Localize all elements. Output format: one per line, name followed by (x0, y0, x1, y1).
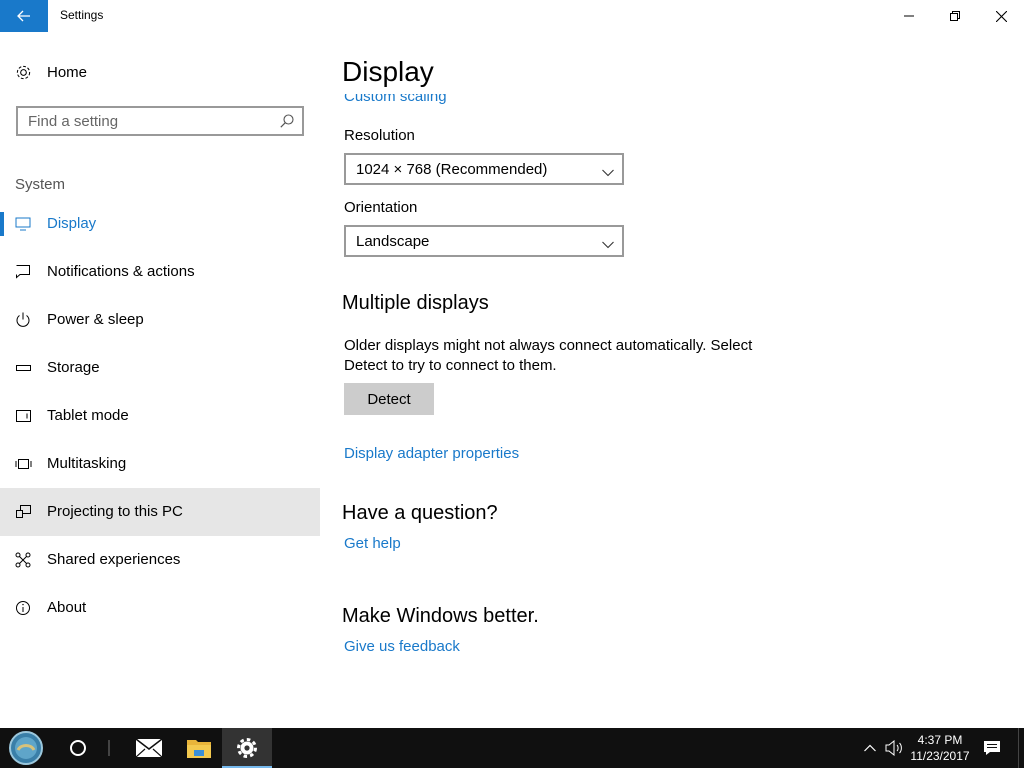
sidebar-item-label: Multitasking (47, 455, 127, 472)
taskbar-file-explorer[interactable] (176, 728, 222, 768)
cortana-icon (70, 740, 86, 756)
sidebar-item-about[interactable]: About (0, 584, 320, 632)
show-desktop-button[interactable] (1018, 728, 1024, 768)
speaker-icon (885, 740, 902, 756)
section-label-system: System (15, 176, 66, 193)
taskbar: 4:37 PM 11/23/2017 (0, 728, 1024, 768)
title-bar: Settings (0, 0, 1024, 32)
taskbar-settings[interactable] (222, 728, 272, 768)
shared-icon (15, 552, 33, 568)
minimize-icon (904, 15, 914, 17)
tablet-icon (15, 408, 33, 424)
gear-icon (237, 738, 257, 758)
resolution-dropdown[interactable]: 1024 × 768 (Recommended) (344, 153, 624, 185)
sidebar-item-display[interactable]: Display (0, 200, 320, 248)
sidebar-item-label: Shared experiences (47, 551, 181, 568)
clock-date: 11/23/2017 (910, 749, 970, 763)
show-hidden-icons-button[interactable] (860, 728, 880, 768)
sidebar-item-storage[interactable]: Storage (0, 344, 320, 392)
multitasking-icon (15, 456, 33, 472)
mail-icon (136, 739, 162, 757)
storage-icon (15, 360, 33, 376)
search-icon[interactable] (280, 114, 294, 133)
home-label: Home (47, 64, 88, 81)
feedback-link[interactable]: Give us feedback (344, 638, 460, 655)
question-heading: Have a question? (342, 502, 498, 524)
search-box[interactable] (16, 106, 304, 136)
maximize-icon (950, 11, 960, 21)
gear-icon (15, 64, 32, 86)
search-input[interactable] (18, 108, 268, 134)
detect-button[interactable]: Detect (344, 383, 434, 415)
sidebar-item-label: Projecting to this PC (47, 503, 183, 520)
power-icon (15, 312, 33, 328)
back-button[interactable] (0, 0, 48, 32)
close-button[interactable] (978, 0, 1024, 32)
active-indicator (0, 212, 4, 236)
display-adapter-link[interactable]: Display adapter properties (344, 445, 519, 462)
sidebar-item-label: About (47, 599, 87, 616)
cortana-button[interactable] (56, 728, 100, 768)
back-arrow-icon (17, 10, 30, 22)
orientation-label: Orientation (344, 199, 418, 216)
page-title: Display (342, 56, 434, 88)
multiple-displays-heading: Multiple displays (342, 292, 489, 314)
start-button[interactable] (0, 728, 52, 768)
chevron-down-icon (602, 236, 614, 254)
chevron-up-icon (864, 744, 876, 752)
taskbar-clock[interactable]: 4:37 PM 11/23/2017 (908, 732, 972, 764)
action-center-button[interactable] (978, 728, 1006, 768)
app-title: Settings (60, 8, 104, 22)
sidebar-item-label: Display (47, 215, 97, 232)
chevron-down-icon (602, 164, 614, 182)
multiple-displays-text: Older displays might not always connect … (344, 337, 753, 374)
feedback-heading: Make Windows better. (342, 605, 539, 627)
home-button[interactable]: Home (0, 56, 320, 88)
sidebar-item-multitasking[interactable]: Multitasking (0, 440, 320, 488)
orientation-dropdown[interactable]: Landscape (344, 225, 624, 257)
clock-time: 4:37 PM (917, 733, 963, 747)
close-icon (995, 10, 1007, 22)
sidebar-item-tablet-mode[interactable]: Tablet mode (0, 392, 320, 440)
get-help-link[interactable]: Get help (344, 535, 401, 552)
start-orb-icon (9, 731, 43, 765)
sidebar-item-notifications[interactable]: Notifications & actions (0, 248, 320, 296)
info-icon (15, 600, 33, 616)
sidebar-item-projecting[interactable]: Projecting to this PC (0, 488, 320, 536)
sidebar-item-label: Notifications & actions (47, 263, 195, 280)
sidebar-item-power-sleep[interactable]: Power & sleep (0, 296, 320, 344)
sidebar-item-label: Tablet mode (47, 407, 129, 424)
orientation-value: Landscape (356, 233, 430, 250)
minimize-button[interactable] (886, 0, 932, 32)
display-icon (15, 216, 33, 232)
main-content: Custom scaling Display Resolution 1024 ×… (320, 32, 1024, 728)
sidebar-item-label: Storage (47, 359, 100, 376)
taskbar-mail[interactable] (126, 728, 172, 768)
action-center-icon (984, 741, 1000, 755)
resolution-value: 1024 × 768 (Recommended) (356, 161, 548, 178)
projecting-icon (15, 504, 33, 520)
sidebar-item-shared-experiences[interactable]: Shared experiences (0, 536, 320, 584)
folder-icon (187, 740, 211, 758)
sidebar-item-label: Power & sleep (47, 311, 144, 328)
notifications-icon (15, 264, 33, 280)
sidebar: Home System Display Notifications & acti… (0, 32, 320, 728)
volume-button[interactable] (882, 728, 906, 768)
resolution-label: Resolution (344, 127, 415, 144)
maximize-button[interactable] (932, 0, 978, 32)
taskbar-separator (108, 740, 110, 756)
